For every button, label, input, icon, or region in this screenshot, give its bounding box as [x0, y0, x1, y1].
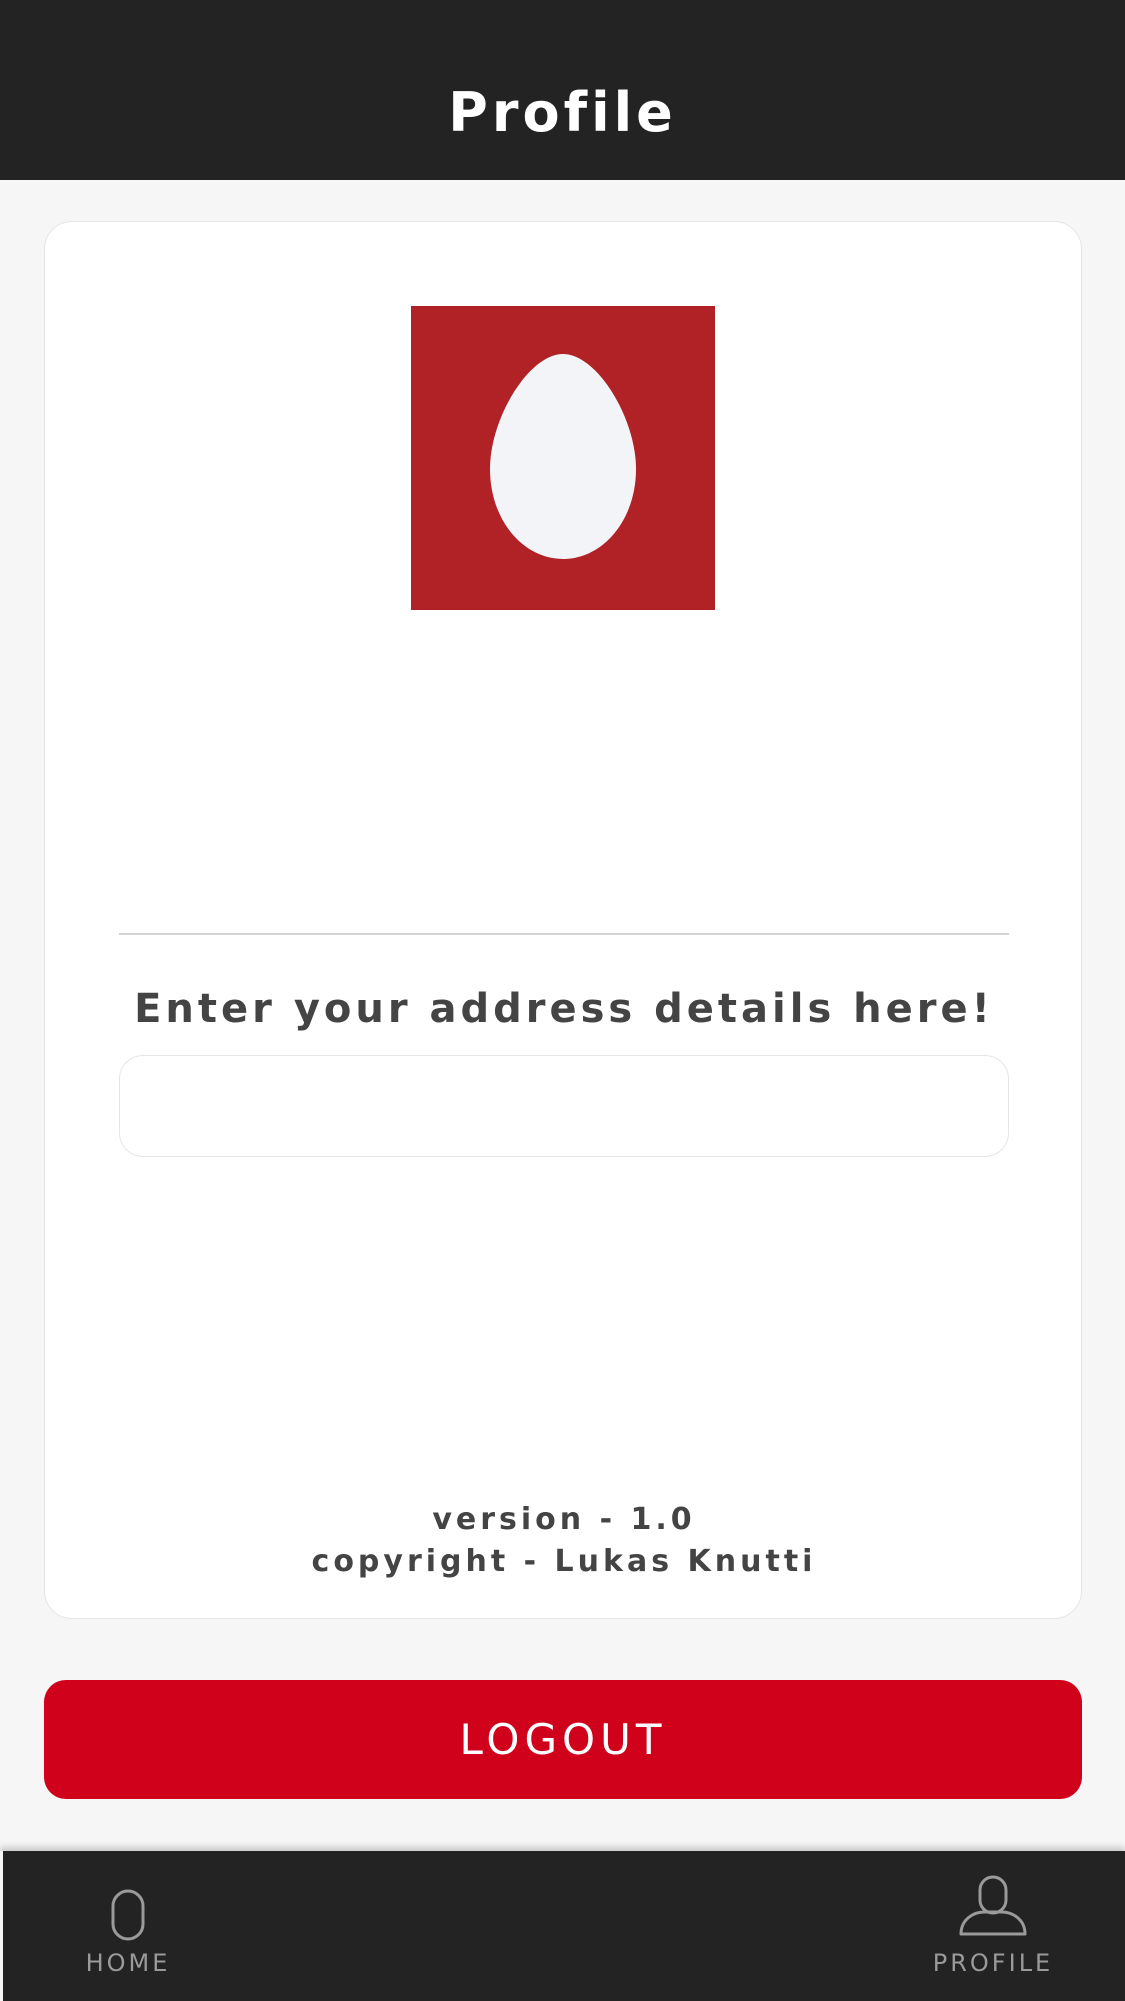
top-app-bar: Profile [0, 0, 1125, 180]
profile-card: Enter your address details here! version… [44, 221, 1082, 1619]
tab-home[interactable]: HOME [63, 1851, 193, 2001]
page-title: Profile [448, 81, 677, 144]
logout-button[interactable]: LOGOUT [44, 1680, 1082, 1799]
egg-avatar-icon [411, 306, 715, 610]
person-icon [958, 1875, 1028, 1941]
tab-home-label: HOME [85, 1949, 171, 1977]
version-text: version - 1.0 [432, 1502, 696, 1537]
tab-profile-label: PROFILE [932, 1949, 1054, 1977]
address-label: Enter your address details here! [134, 986, 994, 1032]
bottom-tab-bar: HOME PROFILE [0, 1851, 1125, 2001]
tab-profile[interactable]: PROFILE [913, 1851, 1073, 2001]
copyright-text: copyright - Lukas Knutti [311, 1544, 817, 1579]
address-input[interactable] [119, 1055, 1009, 1157]
profile-screen: Profile Enter your address details here!… [0, 0, 1125, 2001]
egg-icon [490, 354, 636, 559]
section-divider [119, 933, 1009, 935]
home-capsule-icon [111, 1889, 145, 1945]
